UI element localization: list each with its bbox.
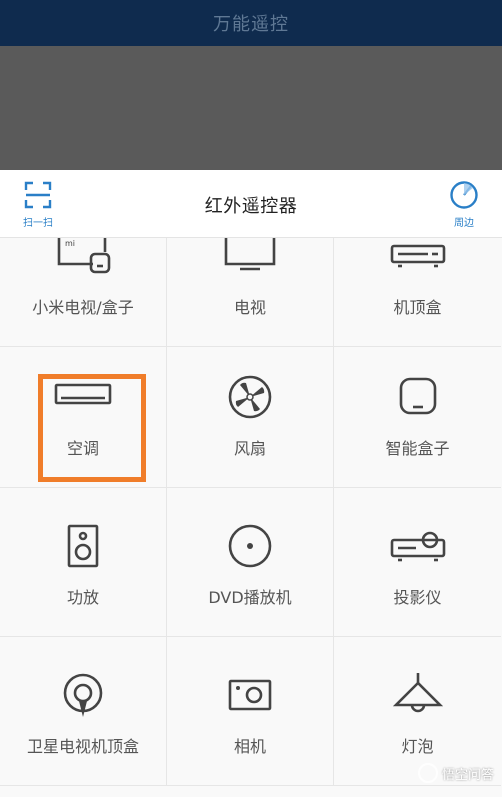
projector-icon — [390, 531, 445, 562]
camera-icon — [228, 679, 272, 711]
device-label: 灯泡 — [401, 737, 434, 756]
device-label: 投影仪 — [393, 588, 442, 607]
device-label: 相机 — [233, 737, 266, 756]
watermark-text: 悟空问答 — [441, 767, 494, 783]
device-grid: mi 小米电视/盒子 电视 机顶盒 空调 风扇 智能盒子 功放 DVD播放机 投… — [0, 238, 502, 797]
nearby-radar-icon — [450, 181, 478, 209]
device-tile-amplifier[interactable]: 功放 — [0, 488, 167, 637]
watermark: 悟空问答 — [417, 763, 494, 783]
nearby-label: 周边 — [454, 218, 474, 229]
amplifier-icon — [67, 524, 99, 568]
app-title: 万能遥控 — [213, 14, 289, 35]
device-tile-set-top-box[interactable]: 机顶盒 — [334, 238, 501, 347]
device-label: 卫星电视机顶盒 — [26, 737, 139, 756]
device-tile-tv[interactable]: 电视 — [167, 238, 334, 347]
device-label: DVD播放机 — [208, 588, 292, 607]
device-label: 小米电视/盒子 — [32, 298, 134, 317]
device-tile-camera[interactable]: 相机 — [167, 637, 334, 786]
dvd-player-icon — [228, 524, 272, 568]
device-tile-smart-box[interactable]: 智能盒子 — [334, 339, 501, 488]
device-tile-fan[interactable]: 风扇 — [167, 339, 334, 488]
app-bar: 万能遥控 — [0, 0, 502, 46]
device-label: 电视 — [233, 298, 266, 317]
device-tile-satellite-box[interactable]: 卫星电视机顶盒 — [0, 637, 167, 786]
watermark-logo-icon — [417, 763, 438, 783]
air-conditioner-icon — [54, 383, 112, 405]
fan-icon — [228, 375, 272, 419]
tv-icon — [224, 238, 276, 271]
device-label: 机顶盒 — [393, 298, 442, 317]
mi-tv-box-icon: mi — [57, 238, 111, 274]
set-top-box-icon — [390, 244, 445, 268]
device-tile-dvd-player[interactable]: DVD播放机 — [167, 488, 334, 637]
device-tile-air-conditioner[interactable]: 空调 — [0, 339, 167, 488]
device-label: 风扇 — [233, 439, 266, 458]
device-tile-projector[interactable]: 投影仪 — [334, 488, 501, 637]
device-label: 功放 — [66, 588, 99, 607]
panel-title: 红外遥控器 — [204, 196, 298, 217]
satellite-box-icon — [63, 673, 103, 717]
panel-header: 扫一扫 红外遥控器 周边 — [0, 170, 502, 238]
svg-text:mi: mi — [65, 239, 75, 248]
nearby-button[interactable]: 周边 — [436, 180, 492, 232]
device-tile-mi-tv-box[interactable]: mi 小米电视/盒子 — [0, 238, 167, 347]
device-label: 空调 — [66, 439, 99, 458]
dim-overlay[interactable] — [0, 46, 502, 170]
device-label: 智能盒子 — [385, 439, 450, 458]
smart-box-icon — [399, 377, 436, 415]
lamp-icon — [392, 673, 443, 713]
